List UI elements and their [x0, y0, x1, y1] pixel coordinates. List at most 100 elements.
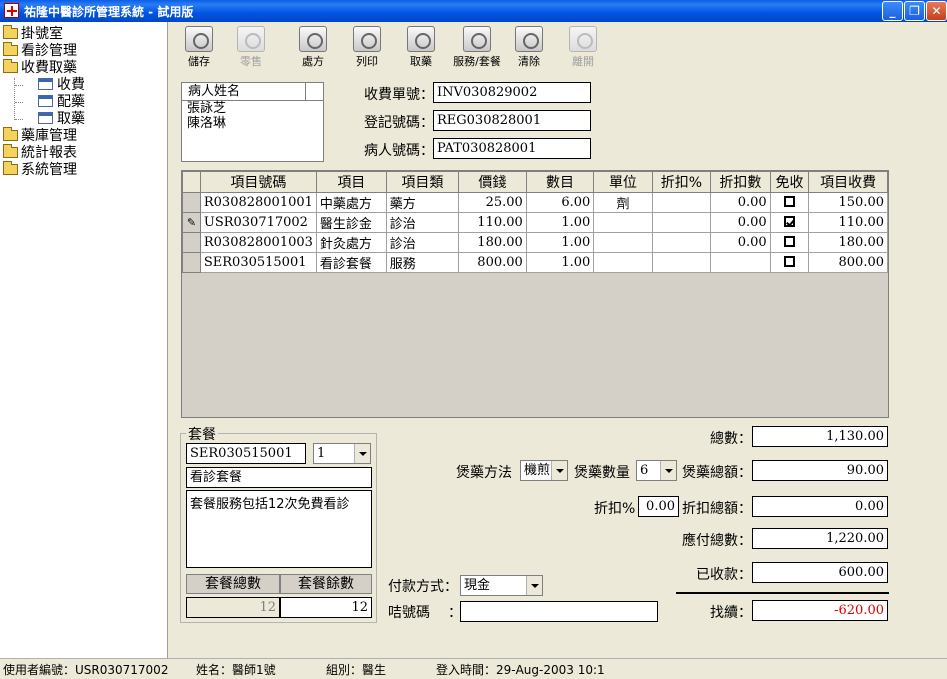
close-button[interactable]: ✕ [926, 1, 947, 21]
tree-item-reports[interactable]: 統計報表 [3, 144, 77, 162]
qty-cell[interactable]: 6.00 [525, 192, 595, 213]
free-checkbox[interactable] [784, 196, 796, 207]
discount-amount-cell[interactable]: 0.00 [710, 232, 771, 253]
minimize-button[interactable]: _ [882, 1, 903, 21]
patient-number-field[interactable]: PAT030828001 [433, 138, 591, 159]
column-header[interactable]: 免收 [769, 171, 810, 193]
column-header[interactable]: 項目收費 [808, 171, 888, 193]
column-header[interactable]: 項目號碼 [199, 171, 317, 193]
item-code-cell[interactable]: R030828001003 [199, 232, 317, 253]
tree-item-pharmacy[interactable]: 藥庫管理 [3, 127, 77, 145]
unit-cell[interactable] [593, 232, 653, 253]
list-item[interactable]: 張詠芝 [182, 101, 323, 116]
chevron-down-icon[interactable] [660, 461, 676, 480]
package-qty-select[interactable]: 1 [313, 443, 371, 464]
column-header[interactable]: 項目 [315, 171, 387, 193]
column-header[interactable]: 折扣% [651, 171, 712, 193]
free-checkbox[interactable] [784, 256, 796, 267]
free-cell[interactable] [769, 252, 810, 273]
table-row[interactable]: R030828001001 中藥處方 藥方 25.00 6.00 劑 0.00 … [182, 192, 888, 213]
item-cell[interactable]: 中藥處方 [315, 192, 387, 213]
clear-button[interactable]: 清除 [503, 26, 555, 70]
row-selector[interactable] [182, 232, 201, 253]
category-cell[interactable]: 診治 [385, 212, 460, 233]
tree-item-system[interactable]: 系統管理 [3, 161, 77, 179]
row-selector[interactable]: ✎ [182, 212, 201, 233]
discount-pct-cell[interactable] [651, 192, 712, 213]
free-cell[interactable] [769, 232, 810, 253]
item-code-cell[interactable]: SER030515001 [199, 252, 317, 273]
package-remain-value[interactable]: 12 [280, 597, 372, 618]
tree-item-charge[interactable]: 收費 [38, 77, 85, 94]
table-row[interactable]: R030828001003 針灸處方 診治 180.00 1.00 0.00 1… [182, 232, 888, 253]
row-selector[interactable] [182, 192, 201, 213]
discount-pct-cell[interactable] [651, 212, 712, 233]
tree-item-pickup[interactable]: 取藥 [38, 111, 85, 128]
price-cell[interactable]: 25.00 [458, 192, 527, 213]
item-code-cell[interactable]: USR030717002 [199, 212, 317, 233]
patient-name-column[interactable]: 病人姓名 [182, 83, 306, 100]
price-cell[interactable]: 180.00 [458, 232, 527, 253]
retail-button[interactable]: 零售 [225, 26, 277, 70]
payment-method-select[interactable]: 現金 [460, 575, 543, 596]
category-cell[interactable]: 藥方 [385, 192, 460, 213]
save-button[interactable]: 儲存 [173, 26, 225, 70]
chevron-down-icon[interactable] [526, 576, 542, 595]
discount-amount-cell[interactable]: 0.00 [710, 192, 771, 213]
list-item[interactable]: 陳洛琳 [182, 116, 323, 131]
free-cell[interactable] [769, 212, 810, 233]
column-header[interactable]: 單位 [593, 171, 653, 193]
tree-item-registration[interactable]: 掛號室 [3, 25, 63, 43]
package-description-field[interactable]: 套餐服務包括12次免費看診 [186, 490, 372, 568]
charge-cell[interactable]: 180.00 [808, 232, 888, 253]
service-package-button[interactable]: 服務/套餐 [449, 26, 505, 70]
column-header[interactable]: 折扣數 [710, 171, 771, 193]
registration-number-field[interactable]: REG030828001 [433, 110, 591, 131]
unit-cell[interactable] [593, 212, 653, 233]
package-name-field[interactable]: 看診套餐 [186, 467, 372, 488]
charge-cell[interactable]: 800.00 [808, 252, 888, 273]
charge-cell[interactable]: 110.00 [808, 212, 888, 233]
free-cell[interactable] [769, 192, 810, 213]
item-cell[interactable]: 醫生診金 [315, 212, 387, 233]
category-cell[interactable]: 診治 [385, 232, 460, 253]
qty-cell[interactable]: 1.00 [525, 232, 595, 253]
item-code-cell[interactable]: R030828001001 [199, 192, 317, 213]
discount-amount-cell[interactable]: 0.00 [710, 212, 771, 233]
item-cell[interactable]: 針灸處方 [315, 232, 387, 253]
table-row[interactable]: SER030515001 看診套餐 服務 800.00 1.00 800.00 [182, 252, 888, 273]
item-cell[interactable]: 看診套餐 [315, 252, 387, 273]
unit-cell[interactable] [593, 252, 653, 273]
chevron-down-icon[interactable] [551, 461, 567, 480]
print-button[interactable]: 列印 [341, 26, 393, 70]
price-cell[interactable]: 110.00 [458, 212, 527, 233]
discount-pct-cell[interactable] [651, 232, 712, 253]
table-row[interactable]: ✎ USR030717002 醫生診金 診治 110.00 1.00 0.00 … [182, 212, 888, 233]
package-code-field[interactable]: SER030515001 [186, 443, 306, 464]
tree-item-billing[interactable]: 收費取藥 [3, 59, 77, 77]
discount-pct-cell[interactable] [651, 252, 712, 273]
exit-button[interactable]: 離開 [557, 26, 609, 70]
chevron-down-icon[interactable] [354, 444, 370, 463]
invoice-number-field[interactable]: INV030829002 [433, 82, 591, 103]
maximize-button[interactable]: ❐ [904, 1, 925, 21]
free-checkbox[interactable] [784, 216, 796, 227]
free-checkbox[interactable] [784, 236, 796, 247]
column-header[interactable]: 價錢 [458, 171, 527, 193]
decoct-qty-select[interactable]: 6 [636, 460, 677, 481]
decoct-method-select[interactable]: 機煎 [520, 460, 568, 481]
column-header[interactable]: 數目 [525, 171, 595, 193]
column-header[interactable]: 項目類 [385, 171, 460, 193]
qty-cell[interactable]: 1.00 [525, 252, 595, 273]
discount-pct-field[interactable]: 0.00 [638, 496, 679, 517]
card-number-field[interactable] [460, 601, 658, 622]
prescription-button[interactable]: 處方 [287, 26, 339, 70]
tree-item-dispense[interactable]: 配藥 [38, 94, 85, 111]
received-field[interactable]: 600.00 [752, 562, 888, 583]
category-cell[interactable]: 服務 [385, 252, 460, 273]
charge-cell[interactable]: 150.00 [808, 192, 888, 213]
tree-item-consultation[interactable]: 看診管理 [3, 42, 77, 60]
discount-amount-cell[interactable] [710, 252, 771, 273]
pickup-button[interactable]: 取藥 [395, 26, 447, 70]
row-selector[interactable] [182, 252, 201, 273]
